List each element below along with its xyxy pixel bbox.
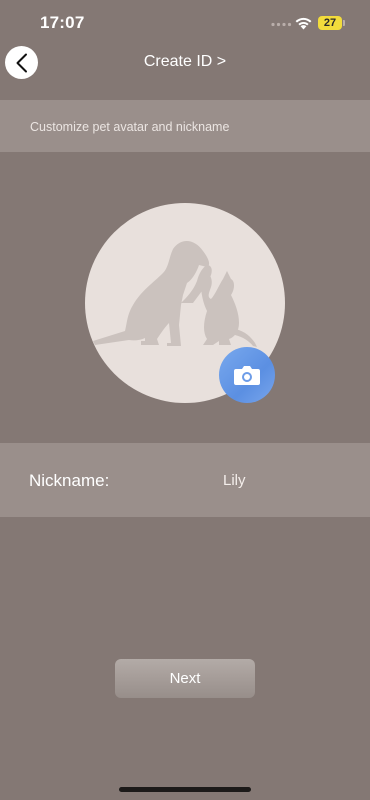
status-bar: 17:07 27 — [0, 0, 370, 46]
nickname-label: Nickname: — [29, 471, 110, 490]
next-button[interactable]: Next — [115, 659, 255, 698]
cellular-signal-icon — [271, 22, 292, 27]
wifi-icon — [295, 17, 312, 30]
battery-indicator: 27 — [318, 16, 342, 30]
nickname-input[interactable]: Lily — [223, 472, 246, 489]
battery-level: 27 — [323, 17, 337, 29]
camera-icon — [234, 366, 260, 385]
subtitle-text: Customize pet avatar and nickname — [30, 120, 230, 134]
status-time: 17:07 — [40, 13, 85, 32]
nickname-row[interactable]: Nickname: Lily — [0, 443, 370, 517]
subtitle-banner: Customize pet avatar and nickname — [0, 100, 370, 152]
battery-tip — [343, 20, 345, 26]
change-avatar-button[interactable] — [219, 347, 275, 403]
page-title[interactable]: Create ID > — [0, 53, 370, 71]
home-indicator — [119, 787, 251, 792]
